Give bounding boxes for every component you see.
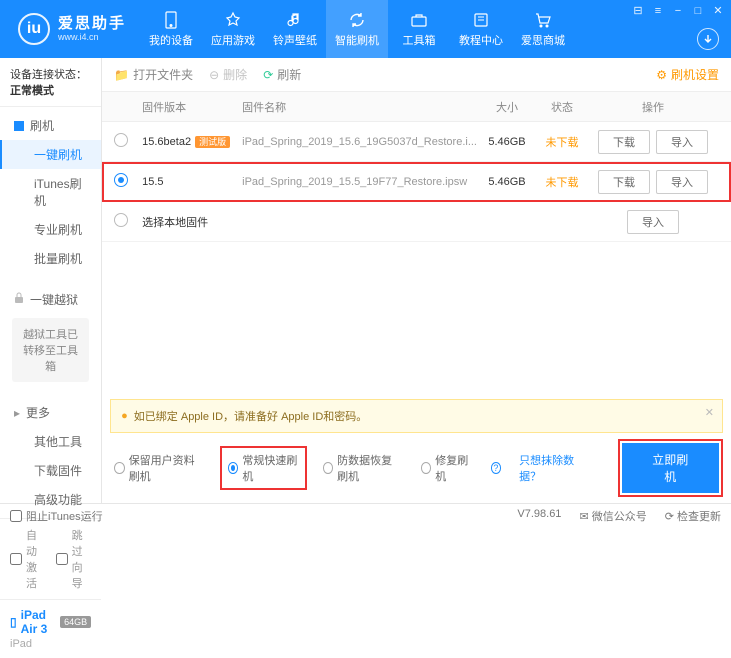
option-repair-flash[interactable]: 修复刷机 <box>421 452 473 484</box>
gear-icon: ⚙ <box>656 68 667 82</box>
open-folder-button[interactable]: 📁打开文件夹 <box>114 66 193 83</box>
delete-icon: ⊖ <box>209 68 219 82</box>
table-row[interactable]: 15.6beta2测试版 iPad_Spring_2019_15.6_19G50… <box>102 122 731 162</box>
flash-now-button[interactable]: 立即刷机 <box>622 443 719 493</box>
delete-button[interactable]: ⊖删除 <box>209 66 247 83</box>
nav-my-device[interactable]: 我的设备 <box>140 0 202 58</box>
wechat-icon: ✉ <box>579 511 588 523</box>
import-button[interactable]: 导入 <box>656 170 708 194</box>
sidebar-item-batch-flash[interactable]: 批量刷机 <box>0 244 101 273</box>
app-name: 爱思助手 <box>58 15 126 32</box>
sidebar-item-download-fw[interactable]: 下载固件 <box>0 456 101 485</box>
jailbreak-note: 越狱工具已转移至工具箱 <box>12 318 89 382</box>
logo-icon: iu <box>18 13 50 45</box>
import-button[interactable]: 导入 <box>656 130 708 154</box>
apple-id-alert: ● 如已绑定 Apple ID，请准备好 Apple ID和密码。 ✕ <box>110 399 723 433</box>
wechat-link[interactable]: ✉ 微信公众号 <box>579 508 646 524</box>
nav-flash[interactable]: 智能刷机 <box>326 0 388 58</box>
nav-ringtones[interactable]: 铃声壁纸 <box>264 0 326 58</box>
sidebar-group-jailbreak[interactable]: 一键越狱 <box>0 285 101 314</box>
table-row-local[interactable]: 选择本地固件 导入 <box>102 202 731 242</box>
table-header: 固件版本 固件名称 大小 状态 操作 <box>102 92 731 122</box>
table-row[interactable]: 15.5 iPad_Spring_2019_15.5_19F77_Restore… <box>102 162 731 202</box>
option-normal-flash[interactable]: 常规快速刷机 <box>222 448 305 488</box>
nav-apps[interactable]: 应用游戏 <box>202 0 264 58</box>
info-icon[interactable]: ? <box>491 462 502 474</box>
option-anti-recovery[interactable]: 防数据恢复刷机 <box>323 452 403 484</box>
refresh-small-icon: ⟳ <box>263 68 273 82</box>
phone-icon <box>161 10 181 30</box>
download-button[interactable]: 下载 <box>598 170 650 194</box>
nav-store[interactable]: 爱思商城 <box>512 0 574 58</box>
close-icon[interactable]: ✕ <box>711 4 725 18</box>
menu-icon[interactable]: ≡ <box>651 4 665 18</box>
row-radio[interactable] <box>114 173 128 187</box>
folder-icon: 📁 <box>114 68 129 82</box>
nav-tutorials[interactable]: 教程中心 <box>450 0 512 58</box>
minimize-icon[interactable]: − <box>671 4 685 18</box>
flash-settings-button[interactable]: ⚙刷机设置 <box>656 66 719 83</box>
lock-icon <box>14 292 24 307</box>
cart-icon <box>533 10 553 30</box>
connection-status: 设备连接状态：正常模式 <box>0 58 101 107</box>
sidebar-item-oneclick-flash[interactable]: 一键刷机 <box>0 140 101 169</box>
alert-close-icon[interactable]: ✕ <box>705 406 714 419</box>
sidebar-item-itunes-flash[interactable]: iTunes刷机 <box>0 169 101 215</box>
row-radio[interactable] <box>114 133 128 147</box>
sidebar-item-other-tools[interactable]: 其他工具 <box>0 427 101 456</box>
update-icon: ⟳ <box>665 511 674 523</box>
square-icon <box>14 121 24 131</box>
refresh-icon <box>347 10 367 30</box>
check-update-link[interactable]: ⟳ 检查更新 <box>665 508 721 524</box>
option-keep-data[interactable]: 保留用户资料刷机 <box>114 452 204 484</box>
sidebar-group-flash[interactable]: 刷机 <box>0 111 101 140</box>
app-icon <box>223 10 243 30</box>
erase-only-link[interactable]: 只想抹除数据？ <box>519 452 585 484</box>
sidebar-item-pro-flash[interactable]: 专业刷机 <box>0 215 101 244</box>
device-card[interactable]: ▯iPad Air 3 64GB iPad <box>0 599 101 658</box>
toolbox-icon <box>409 10 429 30</box>
import-button[interactable]: 导入 <box>627 210 679 234</box>
ipad-icon: ▯ <box>10 615 17 629</box>
app-logo: iu 爱思助手 www.i4.cn <box>0 0 140 58</box>
version-label: V7.98.61 <box>517 508 561 524</box>
download-icon[interactable] <box>697 28 719 50</box>
skip-guide-checkbox[interactable] <box>56 553 68 565</box>
block-itunes-checkbox[interactable]: 阻止iTunes运行 <box>10 508 103 524</box>
music-icon <box>285 10 305 30</box>
auto-activate-checkbox[interactable] <box>10 553 22 565</box>
refresh-button[interactable]: ⟳刷新 <box>263 66 301 83</box>
download-button[interactable]: 下载 <box>598 130 650 154</box>
app-url: www.i4.cn <box>58 32 126 42</box>
maximize-icon[interactable]: □ <box>691 4 705 18</box>
beta-tag: 测试版 <box>195 136 230 148</box>
row-radio[interactable] <box>114 213 128 227</box>
sidebar-group-more[interactable]: ▸更多 <box>0 398 101 427</box>
feedback-icon[interactable]: ⊟ <box>631 4 645 18</box>
book-icon <box>471 10 491 30</box>
nav-toolbox[interactable]: 工具箱 <box>388 0 450 58</box>
storage-badge: 64GB <box>60 616 91 628</box>
warning-icon: ● <box>121 410 128 422</box>
